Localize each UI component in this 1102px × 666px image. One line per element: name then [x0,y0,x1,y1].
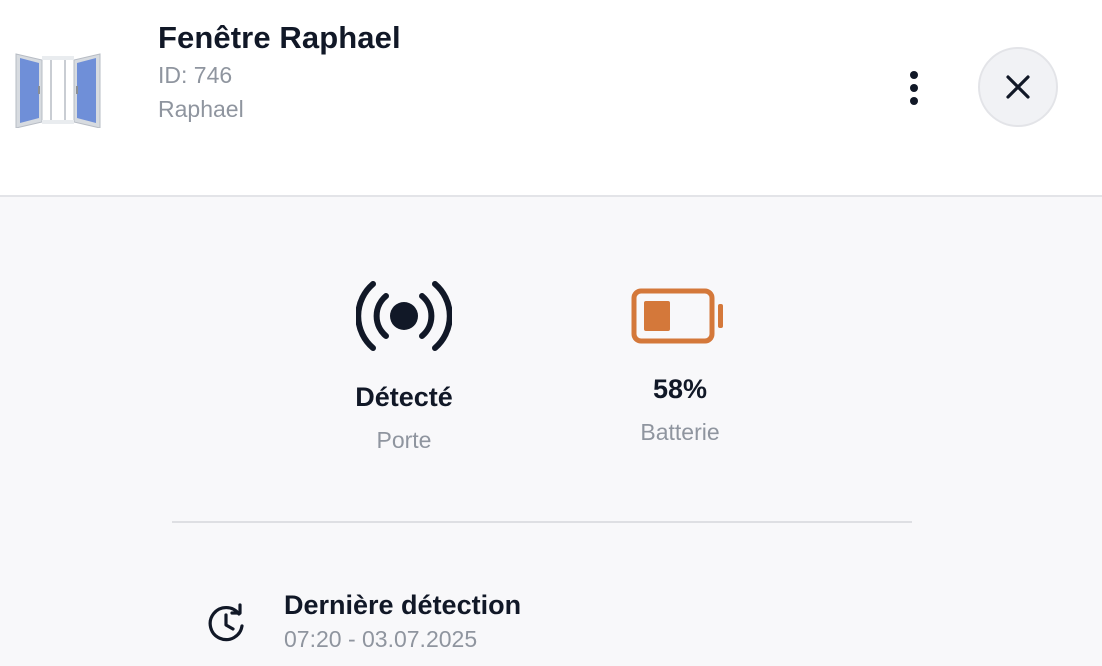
signal-detected-icon [356,281,452,351]
battery-icon [631,288,723,344]
sensor-value: Détecté [355,382,453,412]
window-icon [15,53,101,128]
history-clock-icon [208,603,244,642]
more-vertical-icon-dot [910,97,918,105]
battery-status: 58% Batterie [560,270,800,446]
close-button[interactable] [978,47,1058,127]
device-id: ID: 746 [158,62,233,88]
device-header: Fenêtre Raphael ID: 746 Raphael [0,0,1102,197]
close-icon [1006,75,1030,99]
section-divider [172,521,912,523]
more-options-button[interactable] [888,62,940,114]
sensor-label: Porte [376,427,432,453]
sensor-status: Détecté Porte [284,270,524,454]
last-detection-time: 07:20 - 03.07.2025 [284,626,478,652]
more-vertical-icon [910,71,918,79]
battery-value: 58% [652,374,708,404]
battery-label: Batterie [640,419,720,445]
device-owner: Raphael [158,96,244,122]
last-detection-title: Dernière détection [284,590,522,620]
device-title: Fenêtre Raphael [158,20,401,55]
battery-fill [644,301,670,331]
more-vertical-icon-dot [910,84,918,92]
